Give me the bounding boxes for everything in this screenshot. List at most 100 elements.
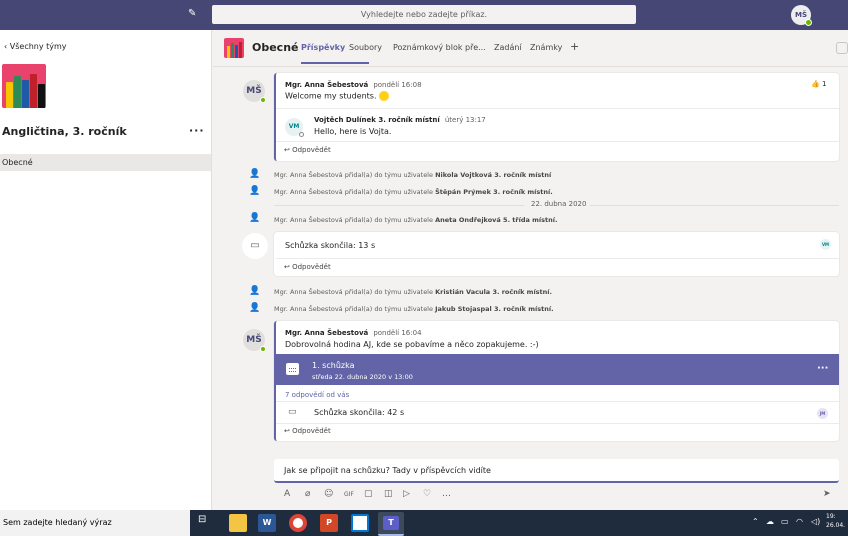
tab-assignments[interactable]: Zadání — [494, 43, 522, 52]
praise-icon[interactable]: ♡ — [423, 489, 431, 499]
channel-team-icon — [224, 38, 244, 58]
wifi-icon[interactable]: ◠ — [796, 517, 803, 526]
pencil-black — [38, 84, 45, 108]
like-reaction[interactable]: 👍 1 — [811, 80, 826, 88]
user-avatar[interactable]: MŠ — [791, 5, 812, 26]
taskbar-clock[interactable]: 19: 26.04. — [826, 512, 845, 530]
format-icon[interactable]: A — [284, 489, 290, 499]
more-options-icon[interactable]: … — [442, 489, 451, 499]
stream-icon[interactable]: ▷ — [403, 489, 410, 499]
system-message: Mgr. Anna Šebestová přidal(a) do týmu už… — [274, 188, 553, 196]
avatar-initials: VM — [288, 123, 300, 130]
tab-notebook[interactable]: Poznámkový blok pře... — [393, 43, 486, 52]
divider — [276, 141, 839, 142]
message-header: Mgr. Anna Šebestová pondělí 16:08 — [285, 80, 422, 89]
replies-count-link[interactable]: 7 odpovědí od vás — [285, 391, 349, 399]
status-available-icon — [260, 346, 266, 352]
tray-chevron-icon[interactable]: ⌃ — [752, 517, 759, 526]
add-tab-button[interactable]: + — [570, 40, 579, 53]
add-user-icon: 👤 — [249, 213, 261, 223]
avatar-initials: MŠ — [794, 11, 807, 19]
add-user-icon: 👤 — [249, 169, 261, 179]
teams-taskbar-icon[interactable]: T — [378, 512, 404, 536]
smile-emoji-icon — [379, 91, 390, 101]
pencil-yellow — [6, 82, 13, 108]
search-input[interactable]: Vyhledejte nebo zadejte příkaz. — [212, 5, 636, 24]
team-picture — [2, 64, 46, 108]
taskbar-search-input[interactable]: Sem zadejte hledaný výraz — [0, 510, 190, 536]
reply-arrow-icon: ↩ — [284, 427, 293, 435]
target-user: Jakub Stojaspal 3. ročník místní. — [435, 305, 554, 313]
system-message: Mgr. Anna Šebestová přidal(a) do týmu už… — [274, 171, 551, 179]
task-view-icon[interactable]: ⊟ — [198, 514, 216, 532]
sticker-icon[interactable]: ▢ — [364, 489, 373, 499]
new-chat-icon[interactable]: ✎ — [188, 8, 200, 20]
meeting-more-icon[interactable]: ··· — [817, 363, 828, 374]
powerpoint-icon[interactable]: P — [320, 514, 338, 532]
active-tab-indicator — [301, 62, 369, 64]
message-time: pondělí 16:04 — [373, 329, 422, 337]
sender-name[interactable]: Mgr. Anna Šebestová — [285, 81, 368, 89]
file-explorer-icon[interactable] — [229, 514, 247, 532]
store-icon[interactable] — [351, 514, 369, 532]
reply-button[interactable]: ↩ Odpovědět — [284, 427, 331, 435]
tray-icon[interactable]: ▭ — [781, 517, 789, 526]
gif-icon[interactable]: GIF — [344, 491, 354, 498]
send-icon[interactable]: ➤ — [823, 489, 831, 499]
tab-files[interactable]: Soubory — [349, 43, 382, 52]
verb: přidal(a) do týmu uživatele — [344, 216, 433, 224]
clock-time: 19: — [826, 513, 836, 520]
channel-item-general[interactable]: Obecné — [0, 154, 211, 171]
onedrive-icon[interactable]: ☁ — [766, 517, 774, 526]
meeting-title: 1. schůzka — [312, 361, 355, 370]
status-offline-icon — [299, 132, 304, 137]
avatar[interactable]: MŠ — [243, 80, 266, 103]
participant-chip[interactable]: VM — [820, 239, 831, 250]
actor: Mgr. Anna Šebestová — [274, 171, 343, 179]
meeting-card — [274, 232, 839, 276]
verb: přidal(a) do týmu uživatele — [344, 288, 433, 296]
video-camera-icon: ▭ — [288, 407, 297, 417]
attach-icon[interactable]: ⌀ — [305, 489, 310, 499]
back-to-teams-link[interactable]: ‹ Všechny týmy — [4, 42, 67, 51]
message-text: Welcome my students. — [285, 91, 390, 101]
reply-text: Hello, here is Vojta. — [314, 127, 392, 136]
volume-icon[interactable]: ◁) — [811, 517, 820, 526]
reply-button[interactable]: ↩ Odpovědět — [284, 146, 331, 154]
pencil-green — [14, 76, 21, 108]
compose-box[interactable]: Jak se připojit na schůzku? Tady v přísp… — [274, 459, 839, 483]
tab-posts[interactable]: Příspěvky — [301, 43, 345, 52]
participant-chip[interactable]: JM — [817, 408, 828, 419]
sender-name[interactable]: Vojtěch Dulínek 3. ročník místní — [314, 116, 440, 124]
add-user-icon: 👤 — [249, 303, 261, 313]
pencil-blue — [22, 80, 29, 108]
tab-grades[interactable]: Známky — [530, 43, 562, 52]
meeting-datetime: středa 22. dubna 2020 v 13:00 — [312, 373, 413, 381]
reply-arrow-icon: ↩ — [284, 263, 293, 271]
divider — [276, 401, 839, 402]
divider — [276, 258, 839, 259]
avatar[interactable]: VM — [285, 118, 304, 137]
back-label: Všechny týmy — [9, 42, 67, 51]
verb: přidal(a) do týmu uživatele — [344, 305, 433, 313]
chrome-icon[interactable] — [289, 514, 307, 532]
sender-name[interactable]: Mgr. Anna Šebestová — [285, 329, 368, 337]
system-message: Mgr. Anna Šebestová přidal(a) do týmu už… — [274, 288, 552, 296]
avatar[interactable]: MŠ — [243, 329, 266, 352]
meet-icon[interactable] — [836, 42, 848, 54]
pencil-red — [30, 74, 37, 108]
message-time: úterý 13:17 — [444, 116, 486, 124]
reply-button[interactable]: ↩ Odpovědět — [284, 263, 331, 271]
verb: přidal(a) do týmu uživatele — [344, 171, 433, 179]
reply-label: Odpovědět — [292, 427, 331, 435]
status-available-icon — [805, 19, 812, 26]
avatar-initials: MŠ — [246, 86, 262, 96]
meet-now-icon[interactable]: ◫ — [384, 489, 393, 499]
reply-header: Vojtěch Dulínek 3. ročník místní úterý 1… — [314, 115, 486, 124]
reply-label: Odpovědět — [292, 263, 331, 271]
emoji-icon[interactable]: ☺ — [324, 489, 333, 499]
target-user: Aneta Ondřejková 5. třída místní. — [435, 216, 558, 224]
more-options-icon[interactable]: ··· — [189, 124, 205, 137]
word-icon[interactable]: W — [258, 514, 276, 532]
message-header: Mgr. Anna Šebestová pondělí 16:04 — [285, 328, 422, 337]
